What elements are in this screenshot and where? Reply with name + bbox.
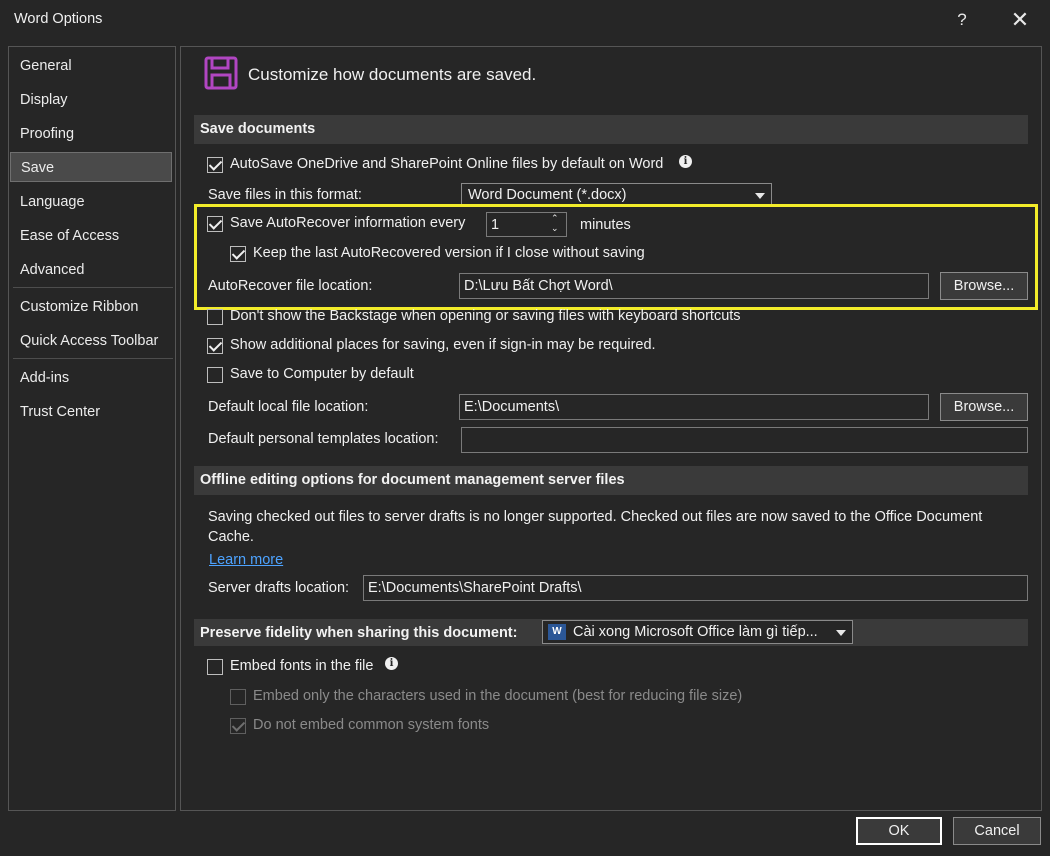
nav-item-add-ins[interactable]: Add-ins [10,363,172,393]
offline-description: Saving checked out files to server draft… [208,509,983,545]
save-floppy-icon [204,56,238,90]
sidebar-nav: General Display Proofing Save Language E… [8,46,176,811]
nav-item-display[interactable]: Display [10,85,172,115]
section-header-offline-editing: Offline editing options for document man… [194,466,1028,495]
default-local-browse-button[interactable]: Browse... [940,393,1028,421]
section-header-save-documents: Save documents [194,115,1028,144]
embed-fonts-label: Embed fonts in the file [230,658,374,674]
templates-location-input[interactable] [461,427,1028,453]
window-title: Word Options [14,11,103,27]
nav-item-trust-center[interactable]: Trust Center [10,397,172,427]
autosave-checkbox[interactable] [207,157,223,173]
info-icon: i [679,155,692,168]
title-bar [0,0,1050,40]
section-title: Preserve fidelity when sharing this docu… [200,625,518,641]
chevron-down-icon [836,630,846,636]
templates-location-label: Default personal templates location: [208,431,439,447]
learn-more-link[interactable]: Learn more [209,552,283,568]
close-button[interactable]: ✕ [1003,4,1037,36]
save-format-label: Save files in this format: [208,187,362,203]
no-common-fonts-label: Do not embed common system fonts [253,717,490,733]
autosave-label: AutoSave OneDrive and SharePoint Online … [230,156,664,172]
fidelity-document-dropdown[interactable]: W Cài xong Microsoft Office làm gì tiếp.… [542,620,853,644]
server-drafts-input[interactable]: E:\Documents\SharePoint Drafts\ [363,575,1028,601]
save-to-computer-checkbox[interactable] [207,367,223,383]
embed-characters-label: Embed only the characters used in the do… [253,688,743,704]
nav-item-advanced[interactable]: Advanced [10,255,172,285]
ok-button[interactable]: OK [856,817,942,845]
section-title: Offline editing options for document man… [200,472,625,488]
page-heading: Customize how documents are saved. [248,65,537,84]
additional-places-label: Show additional places for saving, even … [230,337,656,353]
nav-item-language[interactable]: Language [10,187,172,217]
fidelity-document-value: Cài xong Microsoft Office làm gì tiếp... [573,624,818,640]
nav-item-save[interactable]: Save [10,152,172,182]
embed-fonts-checkbox[interactable] [207,659,223,675]
default-local-location-label: Default local file location: [208,399,369,415]
backstage-label: Don't show the Backstage when opening or… [230,308,741,324]
word-document-icon: W [548,624,566,640]
nav-item-quick-access-toolbar[interactable]: Quick Access Toolbar [10,326,172,356]
cancel-button[interactable]: Cancel [953,817,1041,845]
help-button[interactable]: ? [945,4,979,36]
section-title: Save documents [200,121,316,137]
server-drafts-label: Server drafts location: [208,580,350,596]
no-common-fonts-checkbox[interactable] [230,718,246,734]
highlight-box [194,204,1038,310]
nav-item-ease-of-access[interactable]: Ease of Access [10,221,172,251]
nav-divider [13,287,173,288]
embed-characters-checkbox[interactable] [230,689,246,705]
nav-item-proofing[interactable]: Proofing [10,119,172,149]
info-icon: i [385,657,398,670]
save-to-computer-label: Save to Computer by default [230,366,414,382]
nav-item-general[interactable]: General [10,51,172,81]
backstage-checkbox[interactable] [207,309,223,325]
save-format-value: Word Document (*.docx) [468,187,627,203]
chevron-down-icon [755,193,765,199]
additional-places-checkbox[interactable] [207,338,223,354]
nav-divider [13,358,173,359]
default-local-location-input[interactable]: E:\Documents\ [459,394,929,420]
nav-item-customize-ribbon[interactable]: Customize Ribbon [10,292,172,322]
